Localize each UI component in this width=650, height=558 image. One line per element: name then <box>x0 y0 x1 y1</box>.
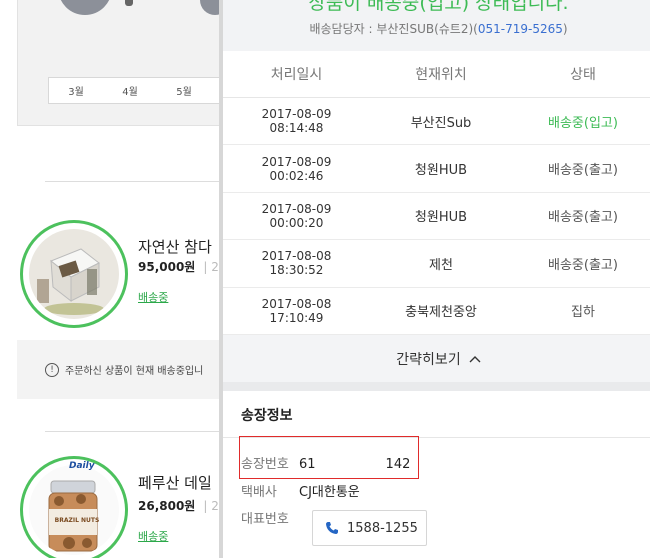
manager-label: 배송담당자 : 부산진SUB(슈트2)( <box>309 22 478 36</box>
row-status: 집하 <box>571 305 595 321</box>
product-image-giftbox <box>29 229 119 319</box>
jar-label-text: BRAZIL NUTS <box>54 517 100 524</box>
table-row: 2017-08-08 17:10:49 충북제천중앙 집하 <box>223 288 650 335</box>
row-location: 제천 <box>429 257 453 273</box>
row-date: 2017-08-08 <box>261 296 332 311</box>
invoice-section-title: 송장정보 <box>241 408 293 424</box>
row-date: 2017-08-09 <box>261 201 332 216</box>
row-location: 청원HUB <box>414 163 468 179</box>
phone-value: 1588-1255 <box>347 520 418 536</box>
month-selector: 3월 4월 5월 <box>48 77 248 104</box>
product-image-nuts-jar: BRAZIL NUTS <box>29 465 119 555</box>
courier-row: 택배사 CJ대한통운 <box>241 481 360 500</box>
row-datetime: 2017-08-08 18:30:52 <box>223 249 370 277</box>
price-value: 26,800원 <box>138 499 196 513</box>
month-option[interactable]: 4월 <box>103 83 157 98</box>
brand-logo: Daily <box>69 461 95 471</box>
row-datetime: 2017-08-09 00:02:46 <box>223 155 370 183</box>
month-option[interactable]: 3월 <box>49 83 103 98</box>
delivery-manager-info: 배송담당자 : 부산진SUB(슈트2)(051-719-5265) <box>223 20 650 37</box>
price-separator: | 2 <box>203 499 219 513</box>
delivery-status-link[interactable]: 배송중 <box>138 528 168 544</box>
tracking-table-body: 2017-08-09 08:14:48 부산진Sub 배송중(입고) 2017-08-0… <box>223 98 650 335</box>
row-location: 청원HUB <box>414 210 468 226</box>
row-time: 18:30:52 <box>269 263 324 278</box>
product-thumbnail[interactable]: BRAZIL NUTS Daily <box>20 456 128 558</box>
row-datetime: 2017-08-08 17:10:49 <box>223 297 370 325</box>
row-time: 00:02:46 <box>269 168 324 183</box>
product-name[interactable]: 자연산 참다 <box>138 236 212 257</box>
chevron-up-icon <box>469 352 481 366</box>
product-price: 95,000원 | 2 <box>138 258 219 275</box>
tracking-table-header: 처리일시 현재위치 상태 <box>223 51 650 98</box>
header-location: 현재위치 <box>415 67 467 83</box>
notice-text: 주문하신 상품이 현재 배송중입니 <box>65 366 204 377</box>
row-date: 2017-08-09 <box>261 107 332 122</box>
delivery-status-link[interactable]: 배송중 <box>138 289 168 305</box>
month-option[interactable]: 5월 <box>157 83 211 98</box>
product-thumbnail[interactable] <box>20 220 128 328</box>
price-value: 95,000원 <box>138 260 196 274</box>
row-date: 2017-08-08 <box>261 249 332 264</box>
row-status: 배송중(출고) <box>548 257 618 273</box>
table-row: 2017-08-09 00:00:20 청원HUB 배송중(출고) <box>223 193 650 241</box>
step-dot-icon <box>125 0 133 6</box>
header-date: 처리일시 <box>270 67 323 83</box>
row-datetime: 2017-08-09 08:14:48 <box>223 107 370 135</box>
manager-phone-link[interactable]: 051-719-5265 <box>478 22 563 36</box>
info-icon: ! <box>45 362 59 377</box>
row-date: 2017-08-09 <box>261 154 332 169</box>
phone-row: 대표번호 <box>241 508 299 527</box>
row-status: 배송중(출고) <box>548 163 618 179</box>
highlight-box <box>239 436 419 479</box>
table-row: 2017-08-09 00:02:46 청원HUB 배송중(출고) <box>223 145 650 193</box>
courier-label: 택배사 <box>241 485 277 500</box>
row-location: 충북제천중앙 <box>405 305 477 321</box>
collapse-button[interactable]: 간략히보기 <box>223 335 650 382</box>
panel-header: 상품이 배송중(입고) 상태입니다. 배송담당자 : 부산진SUB(슈트2)(0… <box>223 0 650 51</box>
row-time: 17:10:49 <box>269 310 324 325</box>
collapse-label: 간략히보기 <box>396 351 461 368</box>
price-separator: | 2 <box>203 260 219 274</box>
row-time: 08:14:48 <box>269 121 324 136</box>
row-location: 부산진Sub <box>410 115 472 131</box>
table-row: 2017-08-09 08:14:48 부산진Sub 배송중(입고) <box>223 98 650 146</box>
courier-value: CJ대한통운 <box>299 485 360 500</box>
row-datetime: 2017-08-09 00:00:20 <box>223 202 370 230</box>
delivery-tracking-panel: 상품이 배송중(입고) 상태입니다. 배송담당자 : 부산진SUB(슈트2)(0… <box>219 0 650 558</box>
row-time: 00:00:20 <box>269 215 324 230</box>
row-status: 배송중(출고) <box>548 210 618 226</box>
phone-icon <box>325 521 339 535</box>
product-name[interactable]: 페루산 데일 <box>138 472 212 493</box>
product-price: 26,800원 | 2 <box>138 497 219 514</box>
phone-label: 대표번호 <box>241 512 289 527</box>
delivery-status-title: 상품이 배송중(입고) 상태입니다. <box>308 0 569 14</box>
row-status: 배송중(입고) <box>548 115 618 131</box>
courier-phone-button[interactable]: 1588-1255 <box>312 510 427 546</box>
section-gap <box>223 382 650 391</box>
table-row: 2017-08-08 18:30:52 제천 배송중(출고) <box>223 240 650 288</box>
header-status: 상태 <box>570 67 596 83</box>
manager-suffix: ) <box>562 22 568 36</box>
